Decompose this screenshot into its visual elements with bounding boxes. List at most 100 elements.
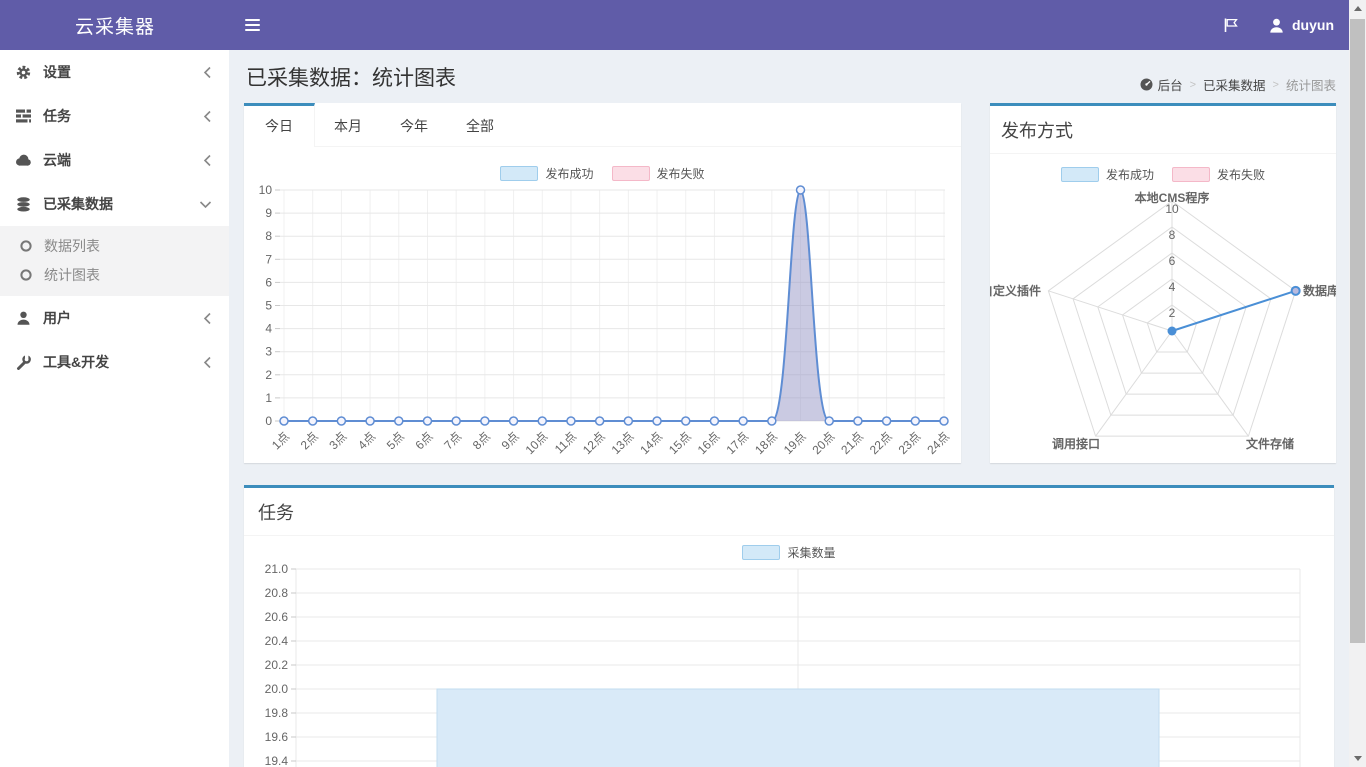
legend-publish-success[interactable]: 发布成功 [1061,166,1154,183]
sidebar-item-collected-data[interactable]: 已采集数据 [0,182,229,226]
sidebar-subitem-stats-chart[interactable]: 统计图表 [0,260,229,289]
svg-text:9: 9 [265,206,272,220]
breadcrumb-collected-data-link[interactable]: 已采集数据 [1203,75,1266,94]
hamburger-icon [245,16,260,34]
chevron-left-icon [203,154,212,167]
sidebar-item-settings[interactable]: 设置 [0,50,229,94]
database-icon [15,197,31,212]
sidebar: 设置 任务 云端 已采集数据 数据列表 [0,50,229,767]
svg-text:22点: 22点 [867,429,895,457]
tab-this-month[interactable]: 本月 [315,106,381,146]
svg-text:20.8: 20.8 [265,586,289,600]
chevron-left-icon [203,66,212,79]
panel-title: 发布方式 [1001,121,1073,141]
svg-text:20.4: 20.4 [265,634,289,648]
svg-text:9点: 9点 [499,429,522,452]
chevron-left-icon [203,356,212,369]
legend-publish-success[interactable]: 发布成功 [500,165,593,182]
svg-text:自定义插件: 自定义插件 [990,283,1041,298]
flag-button[interactable] [1219,0,1243,50]
sidebar-subitem-data-list[interactable]: 数据列表 [0,231,229,260]
svg-text:23点: 23点 [896,429,924,457]
flag-icon [1223,17,1239,33]
sidebar-toggle-button[interactable] [230,0,275,50]
sidebar-item-label: 设置 [43,62,203,82]
user-menu[interactable]: duyun [1269,17,1334,33]
tab-this-year[interactable]: 今年 [381,106,447,146]
svg-text:8: 8 [265,229,272,243]
svg-text:0: 0 [265,414,272,428]
svg-text:12点: 12点 [580,429,608,457]
tab-all[interactable]: 全部 [447,106,513,146]
svg-text:19.4: 19.4 [265,754,289,767]
top-navbar: 云采集器 duyun [0,0,1366,50]
sidebar-item-cloud[interactable]: 云端 [0,138,229,182]
svg-text:20.2: 20.2 [265,658,289,672]
gear-icon [15,65,31,80]
sidebar-item-label: 任务 [43,106,203,126]
scrollbar-down-button[interactable] [1349,750,1366,767]
sidebar-item-tasks[interactable]: 任务 [0,94,229,138]
svg-text:7点: 7点 [441,429,464,452]
tasks-icon [15,109,31,123]
hourly-area-chart: 0123456789101点2点3点4点5点6点7点8点9点10点11点12点1… [244,183,961,463]
chevron-left-icon [203,110,212,123]
sidebar-item-label: 工具&开发 [43,352,203,372]
tasks-panel: 任务 采集数量 21.020.820.620.420.220.019.819.6… [244,485,1334,767]
panel-title: 任务 [258,503,294,523]
legend-publish-fail[interactable]: 发布失败 [1172,166,1265,183]
svg-text:5: 5 [265,299,272,313]
publish-method-radar-chart: 246810本地CMS程序数据库文件存储调用接口自定义插件 [990,191,1336,463]
scrollbar-up-button[interactable] [1349,0,1366,17]
legend-fail-swatch [1172,167,1210,182]
svg-text:本地CMS程序: 本地CMS程序 [1135,191,1210,205]
scrollbar-thumb[interactable] [1350,19,1365,643]
breadcrumb-current: 统计图表 [1286,75,1336,94]
username-label: duyun [1292,17,1334,33]
hourly-chart-legend: 发布成功 发布失败 [244,165,961,182]
tasks-bar-chart: 21.020.820.620.420.220.019.819.619.4 [244,558,1334,767]
svg-text:21.0: 21.0 [265,562,289,576]
user-icon [15,311,31,325]
brand-logo[interactable]: 云采集器 [0,0,230,50]
svg-text:8: 8 [1169,228,1176,242]
svg-text:14点: 14点 [637,429,665,457]
sidebar-item-users[interactable]: 用户 [0,296,229,340]
legend-publish-fail[interactable]: 发布失败 [612,165,705,182]
sidebar-item-label: 云端 [43,150,203,170]
svg-text:5点: 5点 [384,429,407,452]
cloud-icon [15,154,31,166]
sidebar-item-label: 用户 [43,308,203,328]
svg-text:8点: 8点 [470,429,493,452]
tab-today[interactable]: 今日 [244,103,315,147]
svg-text:13点: 13点 [609,429,637,457]
svg-text:4点: 4点 [355,429,378,452]
breadcrumb-home-link[interactable]: 后台 [1140,75,1183,94]
svg-text:24点: 24点 [924,429,952,457]
svg-text:2: 2 [265,368,272,382]
svg-text:11点: 11点 [552,429,579,456]
sidebar-item-label: 已采集数据 [43,194,199,214]
svg-text:6点: 6点 [412,429,435,452]
collected-data-submenu: 数据列表 统计图表 [0,226,229,296]
arrow-up-icon [1354,6,1362,11]
svg-text:3: 3 [265,345,272,359]
breadcrumb: 后台 > 已采集数据 > 统计图表 [1140,75,1336,94]
svg-text:20.0: 20.0 [265,682,289,696]
svg-text:1点: 1点 [269,429,292,452]
svg-text:17点: 17点 [723,429,751,457]
svg-text:1: 1 [265,391,272,405]
publish-method-panel: 发布方式 发布成功 发布失败 246810本地CMS程序数据库文件存储调用接口自… [990,103,1336,463]
dashboard-icon [1140,78,1153,91]
radar-chart-legend: 发布成功 发布失败 [990,166,1336,183]
sidebar-item-tools-dev[interactable]: 工具&开发 [0,340,229,384]
svg-text:2点: 2点 [298,429,321,452]
svg-text:18点: 18点 [752,429,780,457]
svg-text:10点: 10点 [523,429,551,457]
sidebar-subitem-label: 数据列表 [44,236,100,256]
panel-header: 发布方式 [990,106,1336,154]
svg-text:20.6: 20.6 [265,610,289,624]
svg-text:6: 6 [265,275,272,289]
panel-header: 任务 [244,488,1334,536]
svg-text:15点: 15点 [666,429,694,457]
